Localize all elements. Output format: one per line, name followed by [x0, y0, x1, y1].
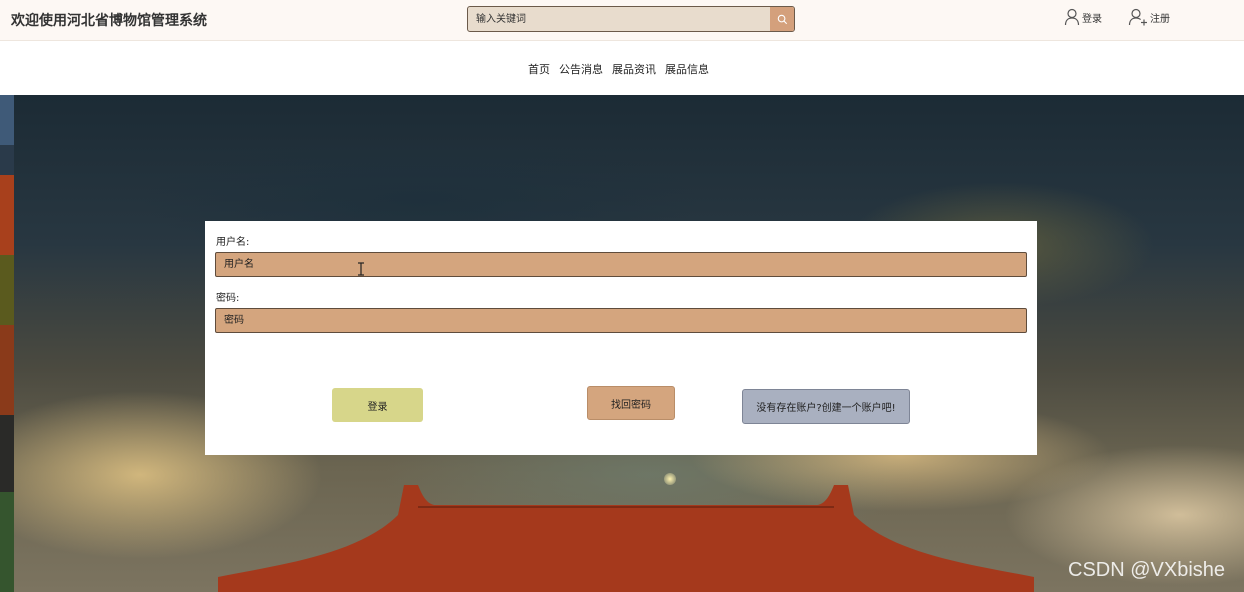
header-login-link[interactable]: 登录 — [1064, 8, 1102, 26]
top-header: 欢迎使用河北省博物馆管理系统 登录 注册 — [0, 0, 1244, 41]
create-account-button[interactable]: 没有存在账户?创建一个账户吧! — [742, 389, 910, 424]
header-login-label: 登录 — [1082, 13, 1102, 25]
header-register-label: 注册 — [1150, 13, 1170, 25]
main-nav: 首页 公告消息 展品资讯 展品信息 — [0, 41, 1244, 95]
user-icon — [1064, 8, 1080, 26]
login-panel: 用户名: 密码: 登录 找回密码 没有存在账户?创建一个账户吧! — [205, 221, 1037, 455]
nav-item-exhibit-info[interactable]: 展品信息 — [665, 61, 709, 77]
password-label: 密码: — [216, 293, 240, 304]
search-icon — [777, 10, 788, 29]
left-banner-strip — [0, 95, 14, 592]
nav-item-exhibit-news[interactable]: 展品资讯 — [612, 61, 656, 77]
login-button[interactable]: 登录 — [332, 388, 423, 422]
search-box — [467, 6, 795, 32]
username-label: 用户名: — [216, 237, 250, 248]
site-title: 欢迎使用河北省博物馆管理系统 — [11, 13, 207, 29]
forgot-password-button[interactable]: 找回密码 — [587, 386, 675, 420]
text-cursor-icon — [358, 262, 364, 276]
password-input[interactable] — [215, 308, 1027, 333]
header-register-link[interactable]: 注册 — [1128, 8, 1170, 26]
search-input[interactable] — [468, 7, 771, 31]
nav-item-announcements[interactable]: 公告消息 — [559, 61, 603, 77]
nav-item-home[interactable]: 首页 — [528, 61, 550, 77]
username-input[interactable] — [215, 252, 1027, 277]
watermark-text: CSDN @VXbishe — [1068, 559, 1226, 581]
light-glow — [664, 473, 676, 485]
add-user-icon — [1128, 8, 1148, 26]
search-button[interactable] — [770, 7, 794, 31]
palace-roof-graphic — [218, 485, 1034, 592]
